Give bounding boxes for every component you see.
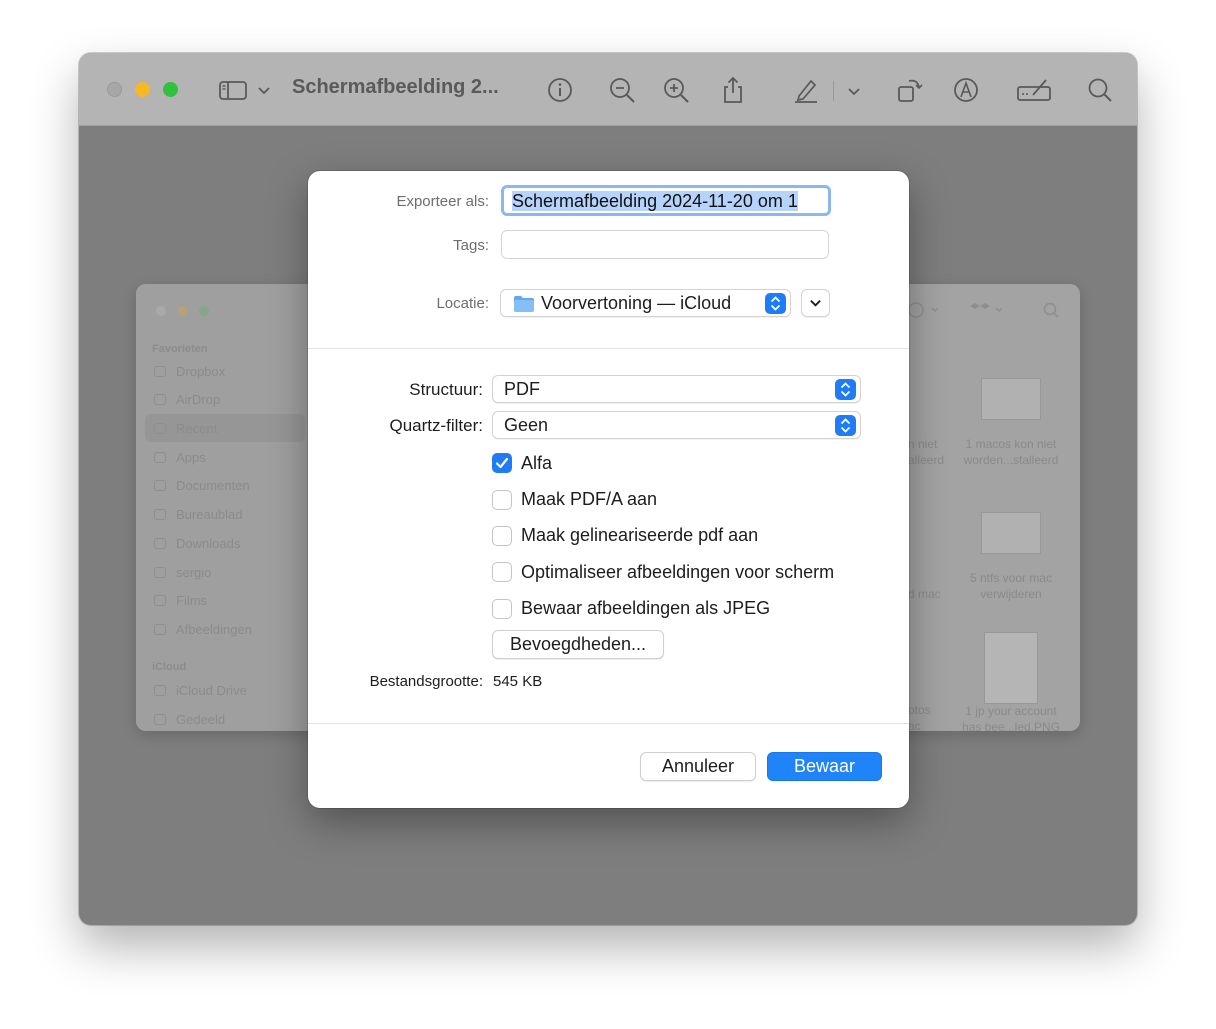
form-icon[interactable] [1016,75,1052,105]
format-value: PDF [504,379,540,399]
file-thumbnail[interactable] [984,632,1038,704]
document-icon [154,480,166,491]
sidebar-item-home[interactable]: sergio [154,565,211,580]
sidebar-item-shared[interactable]: Gedeeld [154,712,225,727]
zoom-in-icon[interactable] [661,75,691,105]
folder-icon [513,295,535,313]
popup-stepper-icon [835,379,856,400]
permissions-button[interactable]: Bevoegdheden... [492,630,664,659]
sidebar-header-icloud: iCloud [152,661,187,673]
close-button[interactable] [107,82,122,97]
desktop-icon [154,509,166,520]
zoom-button[interactable] [163,82,178,97]
sidebar-header-favorites: Favorieten [152,343,208,355]
linearize-checkbox[interactable] [492,526,512,546]
file-name: 5 ntfs voor mac verwijderen [969,571,1053,601]
location-popup[interactable]: Voorvertoning — iCloud [500,289,791,317]
sidebar-item-documents[interactable]: Documenten [154,478,250,493]
photo-icon [154,624,166,635]
rotate-icon[interactable] [895,75,925,105]
minimize-button[interactable] [135,82,150,97]
window-title: Schermafbeelding 2... [292,76,499,98]
checkmark-icon [495,457,509,469]
chevron-down-icon [810,300,821,307]
format-label: Structuur: [409,380,483,399]
optimize-images-checkbox[interactable] [492,562,512,582]
expand-button[interactable] [801,289,830,317]
divider [308,723,909,724]
shared-folder-icon [154,714,166,725]
finder-minimize-button[interactable] [178,306,188,316]
export-as-label: Exporteer als: [396,193,489,210]
finder-zoom-button[interactable] [199,306,209,316]
export-name-field[interactable]: Schermafbeelding 2024-11-20 om 1 [501,185,831,216]
pdfa-checkbox[interactable] [492,490,512,510]
cancel-button[interactable]: Annuleer [640,752,756,781]
cloud-icon [154,685,166,696]
export-sheet: Exporteer als: Schermafbeelding 2024-11-… [308,171,909,808]
popup-stepper-icon [835,415,856,436]
grid-item-partial-label: otos ac [908,703,931,731]
quartz-filter-popup[interactable]: Geen [492,411,861,439]
finder-sidebar: Favorieten Dropbox AirDrop Recent Apps D… [136,284,308,731]
grid-item-partial-label: d mac [908,587,941,601]
sidebar-item-pictures[interactable]: Afbeeldingen [154,622,252,637]
file-thumbnail[interactable] [981,378,1041,420]
popup-stepper-icon [765,293,786,314]
save-button[interactable]: Bewaar [767,752,882,781]
jpeg-images-label[interactable]: Bewaar afbeeldingen als JPEG [521,598,770,619]
chevron-down-icon[interactable] [255,75,273,105]
zoom-out-icon[interactable] [607,75,637,105]
tags-field[interactable] [501,230,829,259]
tags-label: Tags: [453,237,489,254]
location-label: Locatie: [436,295,489,312]
grid-item-partial-label: n niet alleerd [908,437,945,467]
share-icon[interactable] [718,75,748,105]
alpha-checkbox[interactable] [492,453,512,473]
sidebar-icon[interactable] [218,75,248,105]
toolbar-separator [833,81,834,101]
file-name: 1 macos kon niet worden...stalleerd [963,437,1059,467]
info-icon[interactable] [545,75,575,105]
sidebar-item-apps[interactable]: Apps [154,450,206,465]
more-menu-icon[interactable] [908,302,942,318]
pdfa-label[interactable]: Maak PDF/A aan [521,489,657,510]
jpeg-images-checkbox[interactable] [492,599,512,619]
quartz-filter-value: Geen [504,415,549,435]
markup-pen-icon[interactable] [791,75,821,105]
file-name: 1 jp your account has bee...led.PNG [961,704,1061,731]
home-icon [154,567,166,578]
sidebar-item-dropbox[interactable]: Dropbox [154,364,225,379]
alpha-label[interactable]: Alfa [521,453,552,474]
divider [308,348,909,349]
sidebar-item-recent[interactable]: Recent [154,421,217,436]
sidebar-item-desktop[interactable]: Bureaublad [154,507,243,522]
airdrop-icon [154,394,166,405]
filesize-value: 545 KB [493,673,543,690]
toolbar: Schermafbeelding 2... [79,53,1137,126]
linearize-label[interactable]: Maak gelineariseerde pdf aan [521,525,758,546]
filesize-label: Bestandsgrootte: [369,673,483,690]
clock-icon [154,423,166,434]
dropbox-menu-icon[interactable] [966,302,1006,318]
finder-search-icon[interactable] [1042,301,1060,319]
sidebar-item-movies[interactable]: Films [154,593,207,608]
file-thumbnail[interactable] [981,512,1041,554]
film-icon [154,595,166,606]
dropbox-icon [154,366,166,377]
sidebar-item-icloud-drive[interactable]: iCloud Drive [154,683,247,698]
search-icon[interactable] [1085,75,1115,105]
location-value: Voorvertoning — iCloud [541,293,732,313]
quartz-filter-label: Quartz-filter: [389,416,483,435]
download-icon [154,538,166,549]
format-popup[interactable]: PDF [492,375,861,403]
markup-circle-icon[interactable] [951,75,981,105]
optimize-images-label[interactable]: Optimaliseer afbeeldingen voor scherm [521,562,834,583]
sidebar-item-downloads[interactable]: Downloads [154,536,240,551]
export-name-value: Schermafbeelding 2024-11-20 om 1 [512,191,798,211]
chevron-down-icon[interactable] [845,75,863,105]
apps-icon [154,452,166,463]
finder-close-button[interactable] [156,306,166,316]
sidebar-item-airdrop[interactable]: AirDrop [154,392,220,407]
